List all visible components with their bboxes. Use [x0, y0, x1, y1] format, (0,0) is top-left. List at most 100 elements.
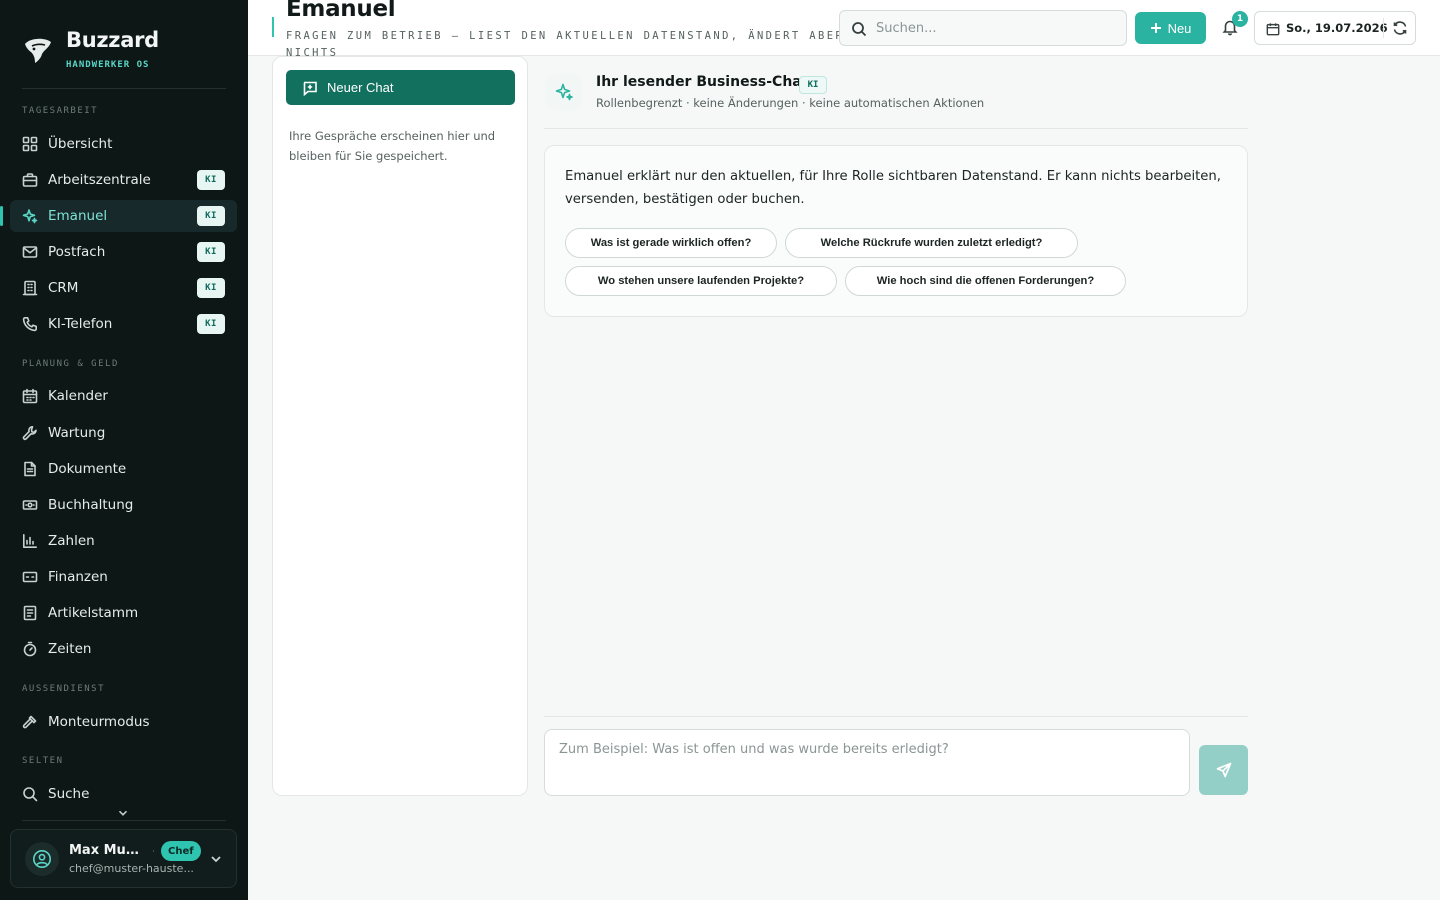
- sidebar-item-label: Dokumente: [48, 461, 127, 477]
- current-date: So., 19.07.2026: [1286, 21, 1388, 35]
- intro-card: Emanuel erklärt nur den aktuellen, für I…: [544, 145, 1248, 317]
- suggestion-chip[interactable]: Was ist gerade wirklich offen?: [565, 228, 777, 258]
- sidebar-item-label: KI-Telefon: [48, 316, 113, 332]
- chevron-down-icon[interactable]: [208, 851, 224, 867]
- ki-badge: KI: [799, 76, 827, 94]
- sidebar-item-label: CRM: [48, 280, 79, 296]
- chat-list-empty-text: Ihre Gespräche erscheinen hier und bleib…: [289, 129, 496, 163]
- sidebar-item-label: Emanuel: [48, 208, 108, 224]
- wallet-icon: [22, 569, 38, 585]
- sidebar-item-crm[interactable]: CRM KI: [10, 272, 237, 304]
- section-label-rare: SELTEN: [22, 756, 64, 766]
- ki-badge: KI: [197, 242, 225, 262]
- ki-badge: KI: [197, 314, 225, 334]
- sidebar-item-label: Finanzen: [48, 569, 108, 585]
- timer-icon: [22, 641, 38, 657]
- divider: [544, 128, 1248, 129]
- new-chat-label: Neuer Chat: [327, 80, 394, 95]
- brand-name: Buzzard: [66, 28, 159, 52]
- sidebar-item-label: Kalender: [48, 388, 108, 404]
- sidebar-item-kalender[interactable]: Kalender: [10, 380, 237, 412]
- new-button[interactable]: Neu: [1135, 12, 1206, 44]
- search-icon: [852, 22, 867, 37]
- sidebar-item-monteurmodus[interactable]: Monteurmodus: [10, 706, 237, 738]
- sidebar-item-postfach[interactable]: Postfach KI: [10, 236, 237, 268]
- list-icon: [22, 605, 38, 621]
- user-email: chef@muster-hauste...: [69, 862, 194, 875]
- bar-chart-icon: [22, 533, 38, 549]
- suggestion-chip[interactable]: Wo stehen unsere laufenden Projekte?: [565, 266, 837, 296]
- sidebar-item-ki-telefon[interactable]: KI-Telefon KI: [10, 308, 237, 340]
- section-label-daily: TAGESARBEIT: [22, 106, 99, 116]
- chat-message-input[interactable]: [544, 729, 1190, 796]
- user-menu[interactable]: Max Mus... · Chef chef@muster-hauste...: [10, 829, 237, 888]
- sidebar: Buzzard HANDWERKER OS TAGESARBEIT Übersi…: [0, 0, 248, 900]
- building-icon: [22, 280, 38, 296]
- avatar: [25, 842, 59, 876]
- sidebar-item-wartung[interactable]: Wartung: [10, 417, 237, 449]
- sidebar-item-emanuel[interactable]: Emanuel KI: [0, 200, 237, 232]
- divider: [1383, 18, 1384, 38]
- new-button-label: Neu: [1167, 20, 1192, 36]
- divider: [22, 820, 226, 821]
- user-circle-icon: [33, 850, 51, 868]
- sidebar-item-zahlen[interactable]: Zahlen: [10, 525, 237, 557]
- sidebar-item-label: Buchhaltung: [48, 497, 134, 513]
- date-selector[interactable]: So., 19.07.2026: [1254, 11, 1416, 45]
- sidebar-item-label: Suche: [48, 786, 90, 802]
- brand-tagline: HANDWERKER OS: [66, 60, 150, 70]
- role-badge: Chef: [161, 841, 201, 861]
- calendar-icon: [22, 388, 38, 404]
- ki-badge: KI: [197, 206, 225, 226]
- hammer-icon: [22, 714, 38, 730]
- sidebar-item-label: Artikelstamm: [48, 605, 139, 621]
- calendar-icon: [1266, 21, 1280, 36]
- search-input[interactable]: [876, 20, 1116, 36]
- wrench-icon: [22, 425, 38, 441]
- divider: [22, 88, 226, 89]
- sidebar-item-finanzen[interactable]: Finanzen: [10, 561, 237, 593]
- sidebar-item-dokumente[interactable]: Dokumente: [10, 453, 237, 485]
- sparkles-icon: [546, 74, 582, 110]
- ki-badge: KI: [197, 170, 225, 190]
- top-header: Emanuel FRAGEN ZUM BETRIEB – LIEST DEN A…: [248, 0, 1440, 59]
- suggestion-chip[interactable]: Welche Rückrufe wurden zuletzt erledigt?: [785, 228, 1078, 258]
- chat-title: Ihr lesender Business-Chat: [596, 74, 809, 90]
- sidebar-item-label: Postfach: [48, 244, 106, 260]
- section-label-planning: PLANUNG & GELD: [22, 359, 119, 369]
- page-title: Emanuel: [286, 0, 396, 22]
- sidebar-item-label: Übersicht: [48, 136, 113, 152]
- chat-meta: Rollenbegrenzt · keine Änderungen · kein…: [596, 96, 985, 110]
- sidebar-item-zeiten[interactable]: Zeiten: [10, 633, 237, 665]
- sidebar-item-label: Wartung: [48, 425, 106, 441]
- search-icon: [22, 786, 38, 802]
- title-accent-bar: [272, 17, 274, 37]
- search-box[interactable]: [839, 10, 1127, 46]
- new-chat-button[interactable]: Neuer Chat: [286, 70, 515, 105]
- chevron-down-icon[interactable]: [116, 805, 130, 819]
- send-icon: [1216, 762, 1231, 778]
- message-plus-icon: [303, 81, 317, 96]
- sidebar-item-label: Zeiten: [48, 641, 92, 657]
- brand[interactable]: Buzzard HANDWERKER OS: [22, 26, 159, 70]
- suggestion-chip[interactable]: Wie hoch sind die offenen Forderungen?: [845, 266, 1126, 296]
- sidebar-item-overview[interactable]: Übersicht: [10, 128, 237, 160]
- sidebar-item-label: Zahlen: [48, 533, 95, 549]
- buzzard-logo-icon: [22, 34, 54, 66]
- separator-dot: ·: [152, 847, 155, 857]
- phone-icon: [22, 316, 38, 332]
- refresh-icon[interactable]: [1392, 20, 1408, 36]
- sidebar-item-artikelstamm[interactable]: Artikelstamm: [10, 597, 237, 629]
- intro-text: Emanuel erklärt nur den aktuellen, für I…: [565, 169, 1221, 207]
- divider: [544, 716, 1248, 717]
- sidebar-item-label: Monteurmodus: [48, 714, 150, 730]
- notification-count-badge: 1: [1232, 11, 1248, 27]
- send-button[interactable]: [1199, 745, 1248, 795]
- plus-icon: [1150, 23, 1161, 33]
- sidebar-item-buchhaltung[interactable]: Buchhaltung: [10, 489, 237, 521]
- briefcase-icon: [22, 172, 38, 188]
- document-icon: [22, 461, 38, 477]
- sidebar-item-arbeitszentrale[interactable]: Arbeitszentrale KI: [10, 164, 237, 196]
- grid-icon: [22, 136, 38, 152]
- chat-list-panel: Neuer Chat Ihre Gespräche erscheinen hie…: [272, 56, 528, 796]
